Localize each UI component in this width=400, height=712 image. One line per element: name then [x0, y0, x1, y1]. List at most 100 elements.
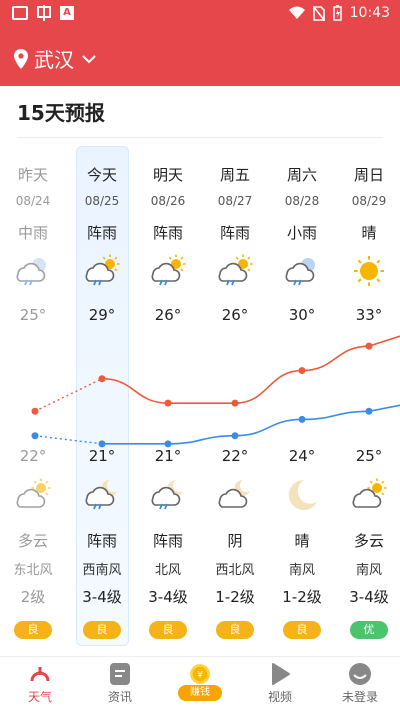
- aqi-badge: 良: [83, 621, 121, 639]
- night-weather: 晴: [294, 532, 310, 550]
- tab-label: 未登录: [341, 690, 378, 704]
- location-pin-icon: [14, 48, 28, 69]
- series-0-point-4: [298, 367, 306, 375]
- gallery-icon: [12, 6, 28, 20]
- a-notification-icon: A: [60, 6, 74, 20]
- night-weather: 阵雨: [152, 532, 183, 550]
- tab-profile[interactable]: 未登录: [320, 657, 400, 712]
- temperature-chart: [31, 335, 400, 448]
- earn-tag: 赚钱: [178, 685, 222, 701]
- aqi-badge: 良: [283, 621, 321, 639]
- day-date: 08/24: [15, 194, 51, 208]
- night-weather: 多云: [17, 532, 48, 550]
- video-play-icon: [272, 663, 290, 685]
- day-date: 08/29: [351, 194, 387, 208]
- wind-level: 3-4级: [148, 588, 188, 606]
- day-date: 08/28: [284, 194, 320, 208]
- shower-sun-icon: [151, 254, 186, 286]
- day-weather: 阵雨: [152, 224, 183, 242]
- high-temp: 25°: [19, 306, 47, 324]
- series-0-point-3: [231, 399, 239, 407]
- svg-text:¥: ¥: [197, 670, 203, 680]
- status-bar: A 10:43: [0, 0, 400, 28]
- aqi-badge: 良: [216, 621, 254, 639]
- day-date: 08/26: [150, 194, 186, 208]
- series-0-past-segment: [34, 378, 103, 412]
- wind-direction: 东北风: [13, 563, 53, 578]
- day-label: 周日: [353, 166, 384, 184]
- partly-cloudy-icon: [16, 478, 51, 508]
- app-notification-icon: [37, 5, 51, 21]
- day-date: 08/25: [84, 194, 120, 208]
- wifi-icon: [288, 6, 305, 19]
- day-weather: 中雨: [17, 224, 48, 242]
- divider: [17, 137, 383, 138]
- high-temp: 33°: [355, 306, 383, 324]
- day-label: 明天: [152, 166, 183, 184]
- tab-label: 资讯: [107, 690, 132, 704]
- series-1-point-4: [298, 415, 306, 423]
- series-1-past-segment: [34, 435, 103, 445]
- series-1-point-0: [31, 432, 39, 440]
- night-weather: 多云: [353, 532, 384, 550]
- wind-direction: 西北风: [215, 563, 255, 578]
- tab-news[interactable]: 资讯: [80, 657, 160, 712]
- high-temp: 26°: [154, 306, 182, 324]
- tab-video[interactable]: 视频: [240, 657, 320, 712]
- wind-direction: 南风: [355, 563, 382, 578]
- series-1-line: [102, 404, 400, 445]
- weather-icon: [30, 667, 50, 682]
- series-0-line: [101, 335, 400, 404]
- series-0-point-5: [365, 342, 373, 350]
- partly-cloudy-icon: [352, 478, 387, 508]
- shower-sun-icon: [218, 254, 253, 286]
- sun-icon: [354, 256, 384, 286]
- tab-earn[interactable]: ¥ 赚钱: [160, 657, 240, 712]
- wind-direction: 北风: [154, 563, 181, 578]
- day-label: 今天: [86, 166, 117, 184]
- wind-level: 2级: [20, 588, 46, 606]
- series-1-point-5: [365, 407, 373, 415]
- high-temp: 30°: [288, 306, 316, 324]
- day-weather: 晴: [361, 224, 377, 242]
- wind-level: 1-2级: [282, 588, 322, 606]
- tab-label: 视频: [267, 690, 292, 704]
- chevron-down-icon: [82, 54, 96, 63]
- aqi-badge: 良: [149, 621, 187, 639]
- tab-weather[interactable]: 天气: [0, 657, 80, 712]
- high-temp: 26°: [221, 306, 249, 324]
- day-date: 08/27: [217, 194, 253, 208]
- wind-direction: 南风: [288, 563, 315, 578]
- day-weather: 阵雨: [219, 224, 250, 242]
- section-title: 15天预报: [17, 101, 105, 125]
- day-label: 周五: [219, 166, 250, 184]
- series-1-point-3: [231, 432, 239, 440]
- city-selector[interactable]: 武汉: [14, 44, 96, 73]
- bottom-tab-bar: 天气 资讯 ¥ 赚钱 视频 未登录: [0, 656, 400, 711]
- day-weather: 阵雨: [86, 224, 117, 242]
- rain-cloud-icon: [285, 258, 315, 286]
- wind-level: 3-4级: [349, 588, 389, 606]
- user-icon: [349, 663, 371, 685]
- series-0-point-0: [31, 407, 39, 415]
- shower-moon-icon: [85, 479, 117, 510]
- aqi-badge: 良: [14, 621, 52, 639]
- news-icon: [110, 663, 130, 685]
- aqi-badge: 优: [350, 621, 388, 639]
- cloudy-moon-icon: [218, 479, 250, 508]
- coin-icon: ¥: [190, 664, 210, 684]
- battery-icon: [332, 5, 342, 21]
- day-label: 昨天: [17, 166, 48, 184]
- no-sim-icon: [312, 5, 325, 21]
- night-weather: 阴: [227, 532, 243, 550]
- tab-label: 天气: [27, 690, 52, 704]
- app-header: 武汉: [0, 28, 400, 86]
- moon-icon: [288, 479, 317, 510]
- wind-level: 1-2级: [215, 588, 255, 606]
- wind-direction: 西南风: [82, 563, 122, 578]
- series-0-point-2: [164, 399, 172, 407]
- day-label: 周六: [286, 166, 317, 184]
- city-name: 武汉: [34, 48, 74, 72]
- series-1-point-1: [98, 440, 106, 448]
- shower-sun-icon: [85, 254, 120, 286]
